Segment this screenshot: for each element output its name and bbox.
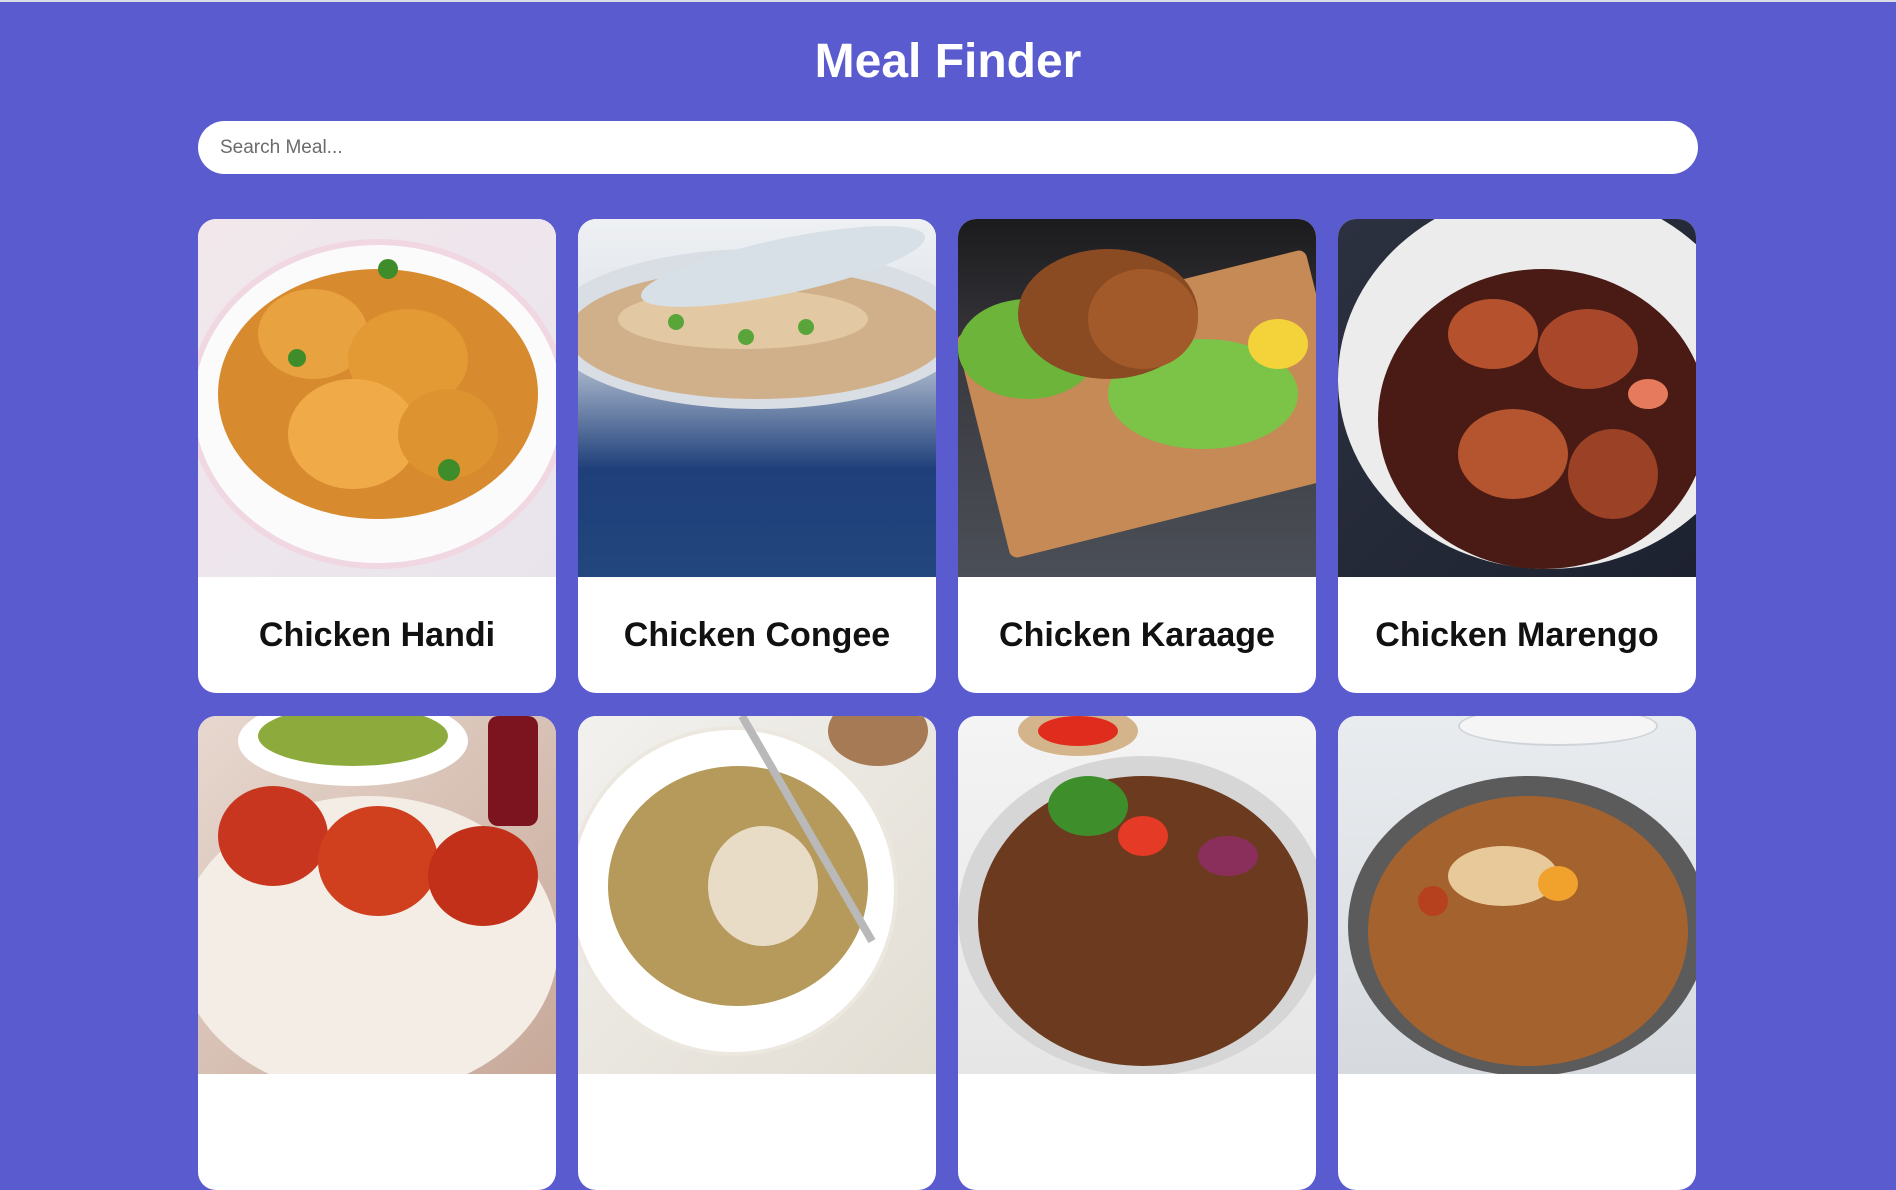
meal-image [1338, 716, 1696, 1074]
meal-card[interactable] [958, 716, 1316, 1190]
meal-image-chicken-handi [198, 219, 556, 577]
meal-name [198, 1074, 556, 1190]
meal-card[interactable] [198, 716, 556, 1190]
meal-card[interactable] [1338, 716, 1696, 1190]
meal-name: Chicken Karaage [999, 615, 1275, 654]
top-border [0, 0, 1896, 2]
meal-name: Chicken Congee [623, 615, 891, 654]
meal-name [578, 1074, 936, 1190]
meal-card[interactable] [578, 716, 936, 1190]
meal-name [958, 1074, 1316, 1190]
meal-image [578, 716, 936, 1074]
meal-card[interactable]: Chicken Congee [578, 219, 936, 693]
meal-name [1338, 1074, 1696, 1190]
meal-grid: Chicken Handi Chicken Congee Chicken Kar… [198, 219, 1698, 1190]
meal-image [198, 716, 556, 1074]
meal-card[interactable]: Chicken Marengo [1338, 219, 1696, 693]
meal-image [958, 716, 1316, 1074]
meal-card[interactable]: Chicken Handi [198, 219, 556, 693]
meal-name: Chicken Marengo [1375, 615, 1659, 654]
meal-image-chicken-marengo [1338, 219, 1696, 577]
meal-name: Chicken Handi [258, 615, 496, 654]
search-input[interactable] [198, 121, 1698, 174]
meal-image-chicken-congee [578, 219, 936, 577]
page-title: Meal Finder [814, 35, 1082, 88]
meal-image-chicken-karaage [958, 219, 1316, 577]
meal-card[interactable]: Chicken Karaage [958, 219, 1316, 693]
